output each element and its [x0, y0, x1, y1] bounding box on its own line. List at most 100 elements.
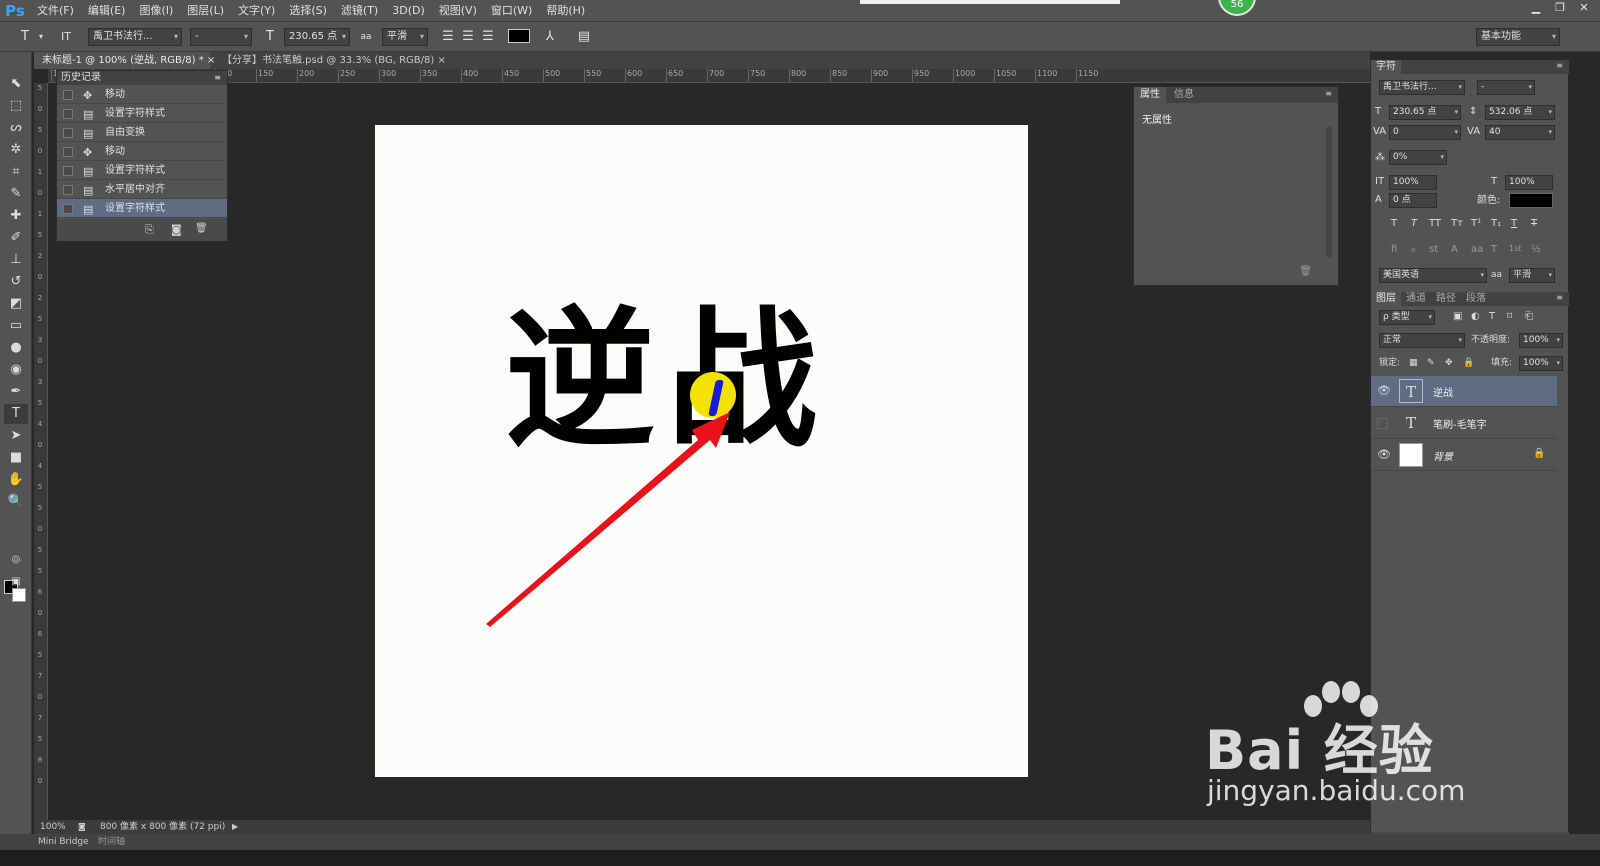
warp-text-icon[interactable]: ⅄ [542, 28, 558, 46]
align-right-icon[interactable]: ☰ [480, 28, 496, 46]
eraser-tool-icon[interactable]: ◩ [4, 294, 28, 314]
screen-mode-icon[interactable]: ▣ [4, 572, 28, 592]
lock-pixels-icon[interactable]: ✎ [1427, 358, 1435, 368]
path-selection-tool-icon[interactable]: ➤ [4, 426, 28, 446]
menu-select[interactable]: 选择(S) [282, 0, 334, 22]
minimize-button[interactable]: ▁ [1524, 0, 1548, 16]
menu-view[interactable]: 视图(V) [432, 0, 484, 22]
menu-filter[interactable]: 滤镜(T) [334, 0, 385, 22]
swash-icon[interactable]: A [1451, 244, 1458, 255]
blend-mode-select[interactable]: 正常 ▾ [1379, 333, 1465, 348]
history-item-current[interactable]: ▤ 设置字符样式 [57, 199, 227, 218]
tab-paths[interactable]: 路径 [1431, 292, 1461, 306]
dodge-tool-icon[interactable]: ◉ [4, 360, 28, 380]
workspace-select[interactable]: 基本功能 ▾ [1476, 28, 1560, 46]
status-menu-arrow-icon[interactable]: ▶ [232, 820, 238, 834]
strikethrough-icon[interactable]: T [1531, 218, 1537, 229]
lock-transparent-icon[interactable]: ▦ [1409, 358, 1418, 368]
font-family-select[interactable]: 禹卫书法行... ▾ [88, 28, 182, 46]
type-tool-icon[interactable]: T [4, 404, 28, 424]
text-color-swatch[interactable] [508, 29, 530, 43]
eye-icon[interactable]: 👁 [1377, 384, 1391, 397]
character-anti-alias-select[interactable]: 平滑 ▾ [1509, 268, 1555, 283]
history-snapshot-checkbox[interactable] [63, 90, 73, 100]
history-snapshot-checkbox[interactable] [63, 185, 73, 195]
visibility-toggle-off[interactable] [1377, 418, 1388, 429]
status-info-icon[interactable]: ◙ [78, 820, 86, 834]
tab-close-icon[interactable]: × [437, 55, 445, 66]
menu-help[interactable]: 帮助(H) [539, 0, 592, 22]
character-tsume-field[interactable]: 0% ▾ [1389, 150, 1447, 165]
menu-edit[interactable]: 编辑(E) [81, 0, 133, 22]
snapshot-camera-icon[interactable]: ◙ [171, 223, 182, 236]
small-caps-icon[interactable]: Tт [1451, 218, 1463, 229]
rectangle-tool-icon[interactable]: ■ [4, 448, 28, 468]
hand-tool-icon[interactable]: ✋ [4, 470, 28, 490]
crop-tool-icon[interactable]: ⌗ [4, 162, 28, 182]
menu-type[interactable]: 文字(Y) [231, 0, 282, 22]
ligature-icon[interactable]: fi [1391, 244, 1397, 255]
font-style-select[interactable]: - ▾ [190, 28, 252, 46]
properties-scrollbar[interactable] [1326, 127, 1332, 257]
tab-character[interactable]: 字符 [1371, 60, 1401, 74]
character-panel-icon[interactable]: ▤ [576, 28, 592, 46]
panel-menu-icon[interactable]: ≡ [1325, 89, 1332, 98]
titling-alternates-icon[interactable]: T [1491, 244, 1497, 255]
ordinals-icon[interactable]: 1st [1509, 244, 1521, 253]
all-caps-icon[interactable]: TT [1429, 218, 1441, 229]
close-button[interactable]: ✕ [1572, 0, 1596, 16]
history-snapshot-checkbox[interactable] [63, 204, 73, 214]
superscript-icon[interactable]: T¹ [1471, 218, 1481, 229]
tab-channels[interactable]: 通道 [1401, 292, 1431, 306]
history-item[interactable]: ▤ 水平居中对齐 [57, 180, 227, 199]
fill-field[interactable]: 100% ▾ [1519, 356, 1563, 371]
character-size-field[interactable]: 230.65 点 ▾ [1389, 105, 1461, 120]
align-center-icon[interactable]: ☰ [460, 28, 476, 46]
healing-brush-tool-icon[interactable]: ✚ [4, 206, 28, 226]
menu-3d[interactable]: 3D(D) [385, 0, 432, 22]
panel-menu-icon[interactable]: ≡ [214, 71, 221, 85]
type-tool-icon[interactable]: T [14, 28, 36, 46]
blur-tool-icon[interactable]: ● [4, 338, 28, 358]
move-tool-icon[interactable]: ⬉ [4, 74, 28, 94]
panel-menu-icon[interactable]: ≡ [1556, 61, 1563, 70]
clone-stamp-tool-icon[interactable]: ⊥ [4, 250, 28, 270]
layer-row-nizhan[interactable]: 👁 T 逆战 [1371, 376, 1557, 407]
history-snapshot-checkbox[interactable] [63, 109, 73, 119]
character-vscale-field[interactable]: 100% [1389, 175, 1437, 190]
filter-shape-icon[interactable]: ⌑ [1507, 311, 1512, 322]
layer-filter-select[interactable]: ρ 类型 ▾ [1379, 310, 1435, 325]
history-snapshot-checkbox[interactable] [63, 128, 73, 138]
zoom-level[interactable]: 100% [40, 820, 66, 834]
trash-icon[interactable]: 🗑 [195, 223, 208, 234]
menu-layer[interactable]: 图层(L) [180, 0, 231, 22]
tab-info[interactable]: 信息 [1168, 87, 1200, 103]
character-baseline-field[interactable]: 0 点 [1389, 193, 1437, 208]
layer-row-brush-text[interactable]: T 笔刷-毛笔字 [1371, 408, 1557, 439]
tool-preset-chevron-icon[interactable]: ▾ [36, 28, 46, 46]
character-leading-field[interactable]: 532.06 点 ▾ [1485, 105, 1555, 120]
subscript-icon[interactable]: T₁ [1491, 218, 1501, 229]
brush-tool-icon[interactable]: ✐ [4, 228, 28, 248]
fractions-icon[interactable]: ½ [1531, 244, 1541, 255]
stylistic-alternates-icon[interactable]: aa [1471, 244, 1483, 255]
new-document-from-state-icon[interactable]: ⎘ [145, 223, 154, 237]
contextual-alternates-icon[interactable]: ℴ [1411, 244, 1416, 255]
layer-row-background[interactable]: 👁 背景 🔒 [1371, 440, 1557, 471]
history-snapshot-checkbox[interactable] [63, 147, 73, 157]
tab-mini-bridge[interactable]: Mini Bridge [38, 834, 89, 850]
faux-italic-icon[interactable]: T [1411, 218, 1417, 229]
zoom-tool-icon[interactable]: 🔍 [4, 492, 28, 512]
faux-bold-icon[interactable]: T [1391, 218, 1397, 229]
tab-timeline[interactable]: 时间轴 [98, 834, 125, 850]
tab-properties[interactable]: 属性 [1134, 87, 1166, 103]
tab-paragraph[interactable]: 段落 [1461, 292, 1491, 306]
filter-pixel-icon[interactable]: ▣ [1453, 311, 1462, 322]
pen-tool-icon[interactable]: ✒ [4, 382, 28, 402]
history-snapshot-checkbox[interactable] [63, 166, 73, 176]
character-color-swatch[interactable] [1509, 193, 1553, 208]
tab-layers[interactable]: 图层 [1371, 292, 1401, 306]
font-size-select[interactable]: 230.65 点 ▾ [284, 28, 350, 46]
history-item[interactable]: ▤ 自由变换 [57, 123, 227, 142]
underline-icon[interactable]: T [1511, 218, 1517, 229]
